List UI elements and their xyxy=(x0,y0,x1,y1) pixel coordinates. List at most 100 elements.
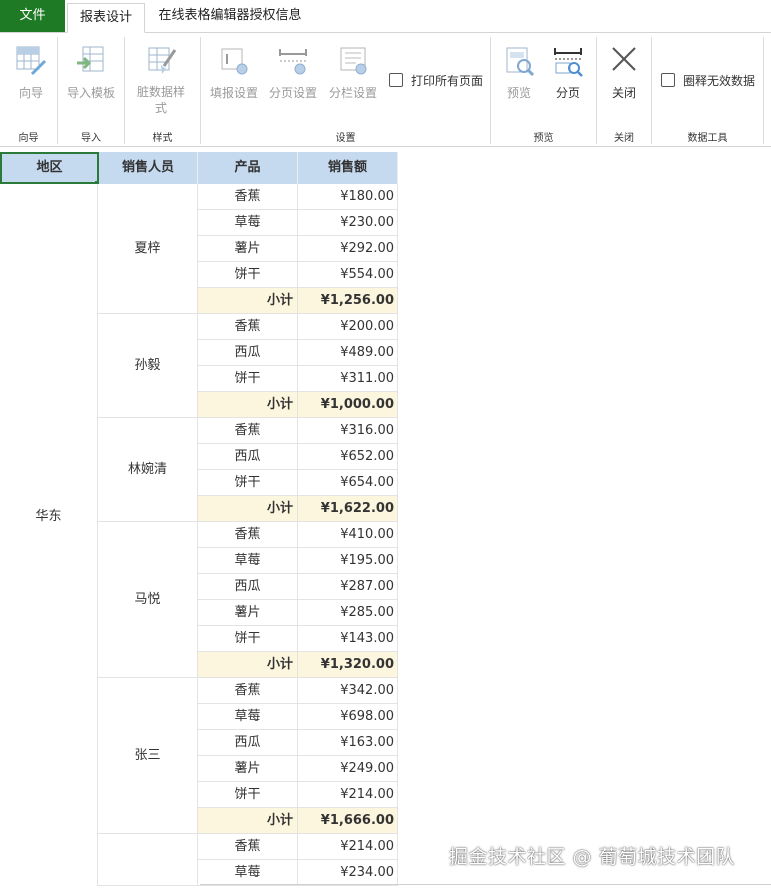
subtotal-row[interactable]: 小计 ¥1,320.00 xyxy=(198,652,398,678)
fill-settings-button[interactable]: 填报设置 xyxy=(207,44,261,101)
table-row[interactable]: 香蕉 ¥200.00 xyxy=(198,314,398,340)
subtotal-row[interactable]: 小计 ¥1,666.00 xyxy=(198,808,398,834)
subtotal-amount-cell[interactable]: ¥1,000.00 xyxy=(298,392,398,418)
close-button[interactable]: 关闭 xyxy=(605,44,643,101)
sales-amount-cell[interactable]: ¥163.00 xyxy=(298,730,398,756)
sales-amount-cell[interactable]: ¥214.00 xyxy=(298,834,398,860)
table-row[interactable]: 饼干 ¥554.00 xyxy=(198,262,398,288)
table-row[interactable]: 草莓 ¥195.00 xyxy=(198,548,398,574)
salesperson-cell[interactable] xyxy=(98,834,198,886)
product-cell[interactable]: 薯片 xyxy=(198,600,298,626)
sales-amount-cell[interactable]: ¥195.00 xyxy=(298,548,398,574)
salesperson-cell[interactable]: 孙毅 xyxy=(98,314,198,418)
product-cell[interactable]: 香蕉 xyxy=(198,184,298,210)
header-product[interactable]: 产品 xyxy=(198,152,298,184)
table-row[interactable]: 草莓 ¥230.00 xyxy=(198,210,398,236)
table-row[interactable]: 饼干 ¥214.00 xyxy=(198,782,398,808)
salesperson-cell[interactable]: 林婉清 xyxy=(98,418,198,522)
sales-amount-cell[interactable]: ¥234.00 xyxy=(298,860,398,886)
subtotal-row[interactable]: 小计 ¥1,000.00 xyxy=(198,392,398,418)
subtotal-label-cell[interactable]: 小计 xyxy=(198,496,298,522)
product-cell[interactable]: 饼干 xyxy=(198,262,298,288)
table-row[interactable]: 薯片 ¥285.00 xyxy=(198,600,398,626)
table-row[interactable]: 香蕉 ¥342.00 xyxy=(198,678,398,704)
subtotal-amount-cell[interactable]: ¥1,256.00 xyxy=(298,288,398,314)
table-row[interactable]: 薯片 ¥292.00 xyxy=(198,236,398,262)
table-row[interactable]: 西瓜 ¥163.00 xyxy=(198,730,398,756)
table-row[interactable]: 香蕉 ¥410.00 xyxy=(198,522,398,548)
salesperson-cell[interactable]: 马悦 xyxy=(98,522,198,678)
sales-amount-cell[interactable]: ¥214.00 xyxy=(298,782,398,808)
subtotal-label-cell[interactable]: 小计 xyxy=(198,808,298,834)
print-all-pages-box[interactable] xyxy=(389,73,403,87)
product-cell[interactable]: 西瓜 xyxy=(198,340,298,366)
table-row[interactable]: 香蕉 ¥214.00 xyxy=(198,834,398,860)
subtotal-amount-cell[interactable]: ¥1,622.00 xyxy=(298,496,398,522)
page-settings-button[interactable]: 分页设置 xyxy=(266,44,320,101)
sales-amount-cell[interactable]: ¥143.00 xyxy=(298,626,398,652)
sales-amount-cell[interactable]: ¥654.00 xyxy=(298,470,398,496)
subtotal-label-cell[interactable]: 小计 xyxy=(198,652,298,678)
product-cell[interactable]: 饼干 xyxy=(198,470,298,496)
print-all-pages-checkbox[interactable]: 打印所有页面 xyxy=(389,72,483,89)
sales-amount-cell[interactable]: ¥285.00 xyxy=(298,600,398,626)
subtotal-amount-cell[interactable]: ¥1,666.00 xyxy=(298,808,398,834)
product-cell[interactable]: 香蕉 xyxy=(198,314,298,340)
column-settings-button[interactable]: 分栏设置 xyxy=(326,44,380,101)
table-row[interactable]: 饼干 ¥311.00 xyxy=(198,366,398,392)
product-cell[interactable]: 香蕉 xyxy=(198,418,298,444)
product-cell[interactable]: 草莓 xyxy=(198,704,298,730)
preview-button[interactable]: 预览 xyxy=(500,44,538,101)
product-cell[interactable]: 薯片 xyxy=(198,236,298,262)
product-cell[interactable]: 西瓜 xyxy=(198,444,298,470)
product-cell[interactable]: 西瓜 xyxy=(198,574,298,600)
sales-amount-cell[interactable]: ¥342.00 xyxy=(298,678,398,704)
product-cell[interactable]: 香蕉 xyxy=(198,522,298,548)
subtotal-row[interactable]: 小计 ¥1,256.00 xyxy=(198,288,398,314)
subtotal-label-cell[interactable]: 小计 xyxy=(198,392,298,418)
sales-amount-cell[interactable]: ¥180.00 xyxy=(298,184,398,210)
sales-amount-cell[interactable]: ¥652.00 xyxy=(298,444,398,470)
table-row[interactable]: 饼干 ¥654.00 xyxy=(198,470,398,496)
sales-amount-cell[interactable]: ¥554.00 xyxy=(298,262,398,288)
table-row[interactable]: 香蕉 ¥316.00 xyxy=(198,418,398,444)
table-row[interactable]: 香蕉 ¥180.00 xyxy=(198,184,398,210)
product-cell[interactable]: 饼干 xyxy=(198,366,298,392)
sales-amount-cell[interactable]: ¥200.00 xyxy=(298,314,398,340)
salesperson-cell[interactable]: 夏梓 xyxy=(98,184,198,314)
subtotal-amount-cell[interactable]: ¥1,320.00 xyxy=(298,652,398,678)
product-cell[interactable]: 草莓 xyxy=(198,210,298,236)
circle-invalid-data-box[interactable] xyxy=(661,73,675,87)
product-cell[interactable]: 西瓜 xyxy=(198,730,298,756)
product-cell[interactable]: 草莓 xyxy=(198,548,298,574)
product-cell[interactable]: 香蕉 xyxy=(198,834,298,860)
salesperson-cell[interactable]: 张三 xyxy=(98,678,198,834)
sales-amount-cell[interactable]: ¥316.00 xyxy=(298,418,398,444)
header-region[interactable]: 地区 xyxy=(0,152,99,184)
wizard-button[interactable]: 向导 xyxy=(12,44,50,101)
sales-amount-cell[interactable]: ¥311.00 xyxy=(298,366,398,392)
table-row[interactable]: 草莓 ¥234.00 xyxy=(198,860,398,886)
sales-amount-cell[interactable]: ¥230.00 xyxy=(298,210,398,236)
sales-amount-cell[interactable]: ¥287.00 xyxy=(298,574,398,600)
subtotal-row[interactable]: 小计 ¥1,622.00 xyxy=(198,496,398,522)
tab-report-design[interactable]: 报表设计 xyxy=(67,3,145,33)
sales-amount-cell[interactable]: ¥249.00 xyxy=(298,756,398,782)
header-sales-amount[interactable]: 销售额 xyxy=(298,152,398,184)
header-salesperson[interactable]: 销售人员 xyxy=(99,152,198,184)
product-cell[interactable]: 薯片 xyxy=(198,756,298,782)
tab-license-info[interactable]: 在线表格编辑器授权信息 xyxy=(150,0,310,32)
import-template-button[interactable]: 导入模板 xyxy=(64,44,118,101)
sales-amount-cell[interactable]: ¥489.00 xyxy=(298,340,398,366)
region-cell[interactable]: 华东 xyxy=(0,184,98,886)
product-cell[interactable]: 饼干 xyxy=(198,782,298,808)
sales-amount-cell[interactable]: ¥698.00 xyxy=(298,704,398,730)
product-cell[interactable]: 饼干 xyxy=(198,626,298,652)
sales-amount-cell[interactable]: ¥292.00 xyxy=(298,236,398,262)
table-row[interactable]: 西瓜 ¥652.00 xyxy=(198,444,398,470)
dirty-data-style-button[interactable]: 脏数据样式 xyxy=(132,44,190,116)
product-cell[interactable]: 香蕉 xyxy=(198,678,298,704)
table-row[interactable]: 西瓜 ¥489.00 xyxy=(198,340,398,366)
paging-button[interactable]: 分页 xyxy=(549,44,587,101)
subtotal-label-cell[interactable]: 小计 xyxy=(198,288,298,314)
